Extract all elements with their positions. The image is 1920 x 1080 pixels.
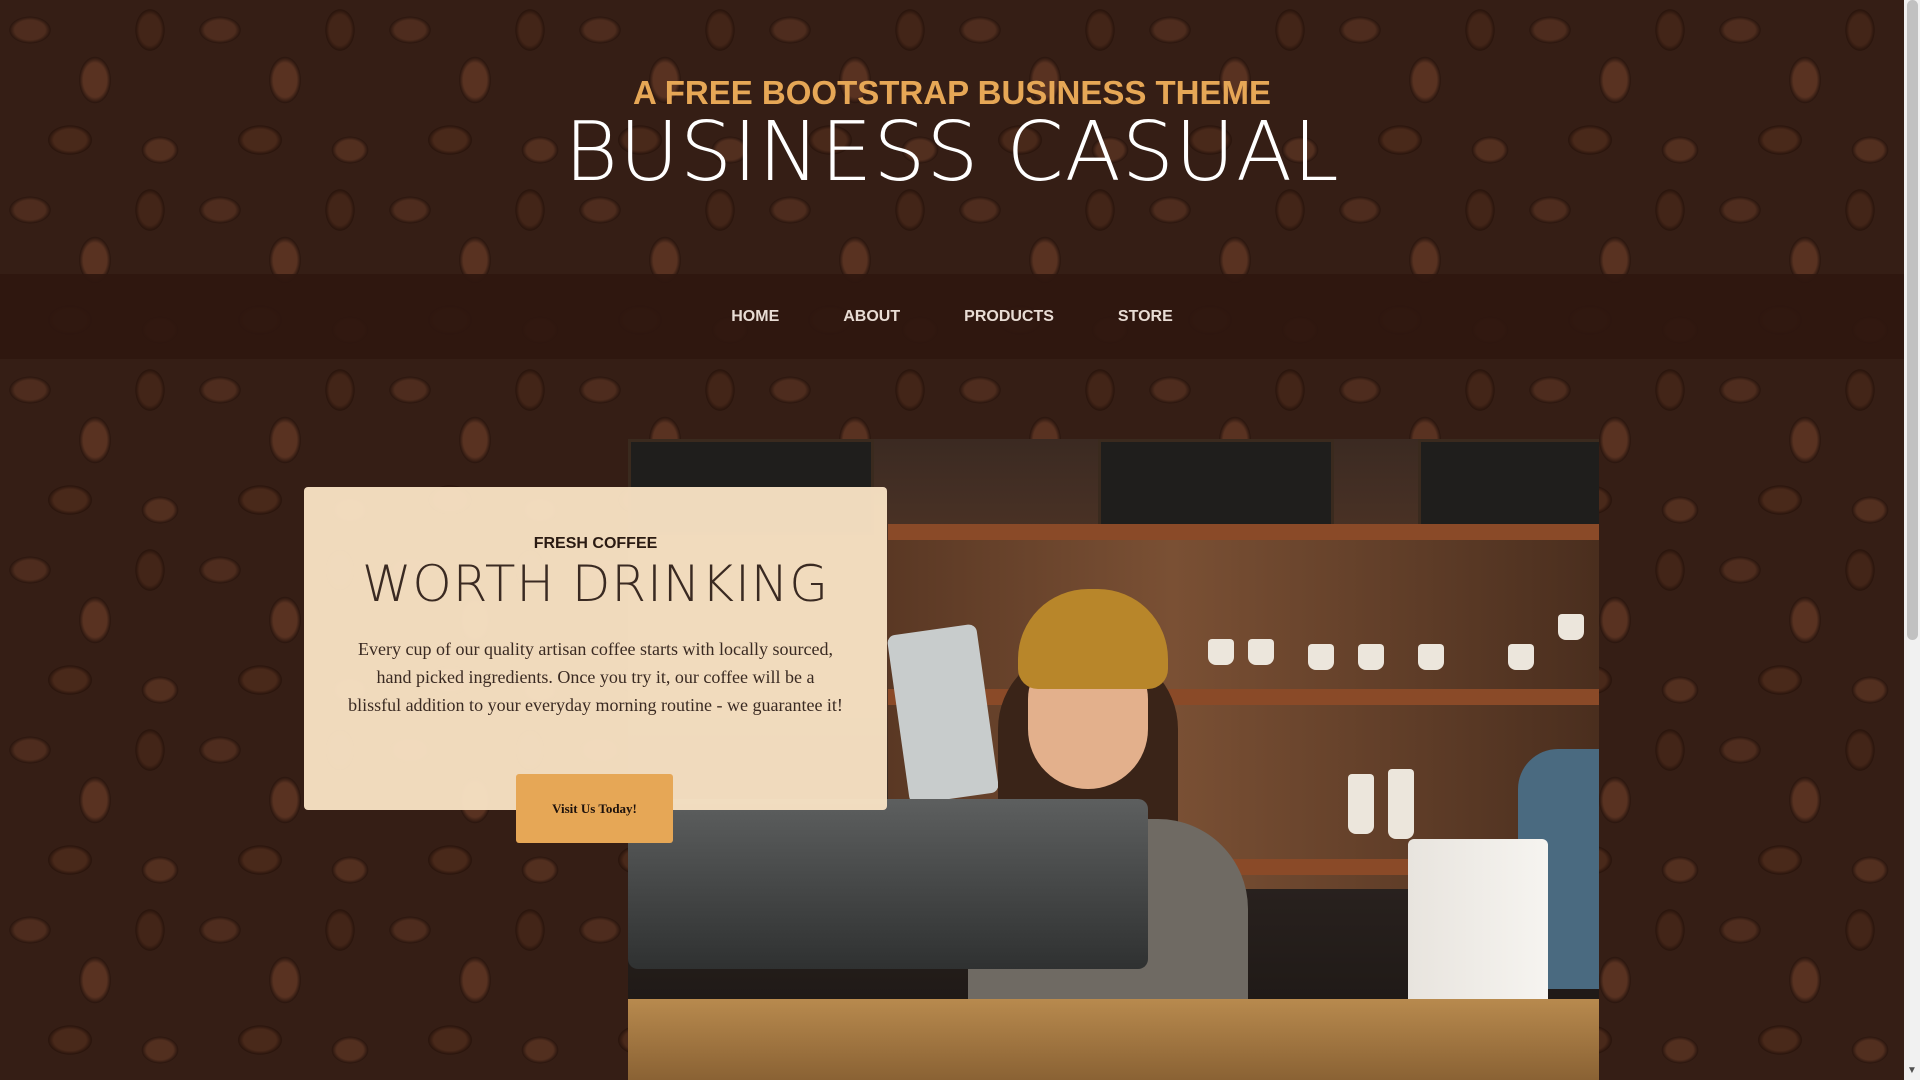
nav-item-products[interactable]: PRODUCTS [932, 308, 1086, 326]
nav-item-store[interactable]: STORE [1086, 308, 1205, 326]
barista-beanie [1018, 589, 1168, 689]
scroll-down-arrow-icon[interactable]: ▼ [1906, 1064, 1918, 1078]
menu-board [1098, 439, 1334, 535]
wood-counter [628, 999, 1599, 1080]
site-title: BUSINESS CASUAL [564, 105, 1340, 200]
menu-board [1418, 439, 1599, 535]
cup [1558, 614, 1584, 640]
cup [1508, 644, 1534, 670]
wood-shelf [888, 524, 1599, 540]
nav-list: HOME ABOUT PRODUCTS STORE [0, 274, 1904, 359]
main-navbar: HOME ABOUT PRODUCTS STORE [0, 274, 1904, 359]
visit-us-button[interactable]: Visit Us Today! [516, 774, 673, 843]
nav-item-home[interactable]: HOME [699, 308, 811, 326]
intro-card: FRESH COFFEE WORTH DRINKING Every cup of… [304, 487, 887, 810]
espresso-machine [628, 799, 1148, 969]
cup-stack [1348, 774, 1374, 834]
intro-text: Every cup of our quality artisan coffee … [348, 639, 843, 715]
nav-item-about[interactable]: ABOUT [811, 308, 932, 326]
scrollbar-thumb[interactable] [1907, 0, 1918, 640]
intro-kicker: FRESH COFFEE [533, 535, 658, 552]
intro-heading: WORTH DRINKING [361, 555, 829, 613]
cup-stack [1388, 769, 1414, 839]
cup [1358, 644, 1384, 670]
cup [1308, 644, 1334, 670]
site-header: A FREE BOOTSTRAP BUSINESS THEME BUSINESS… [0, 0, 1904, 274]
cup [1418, 644, 1444, 670]
